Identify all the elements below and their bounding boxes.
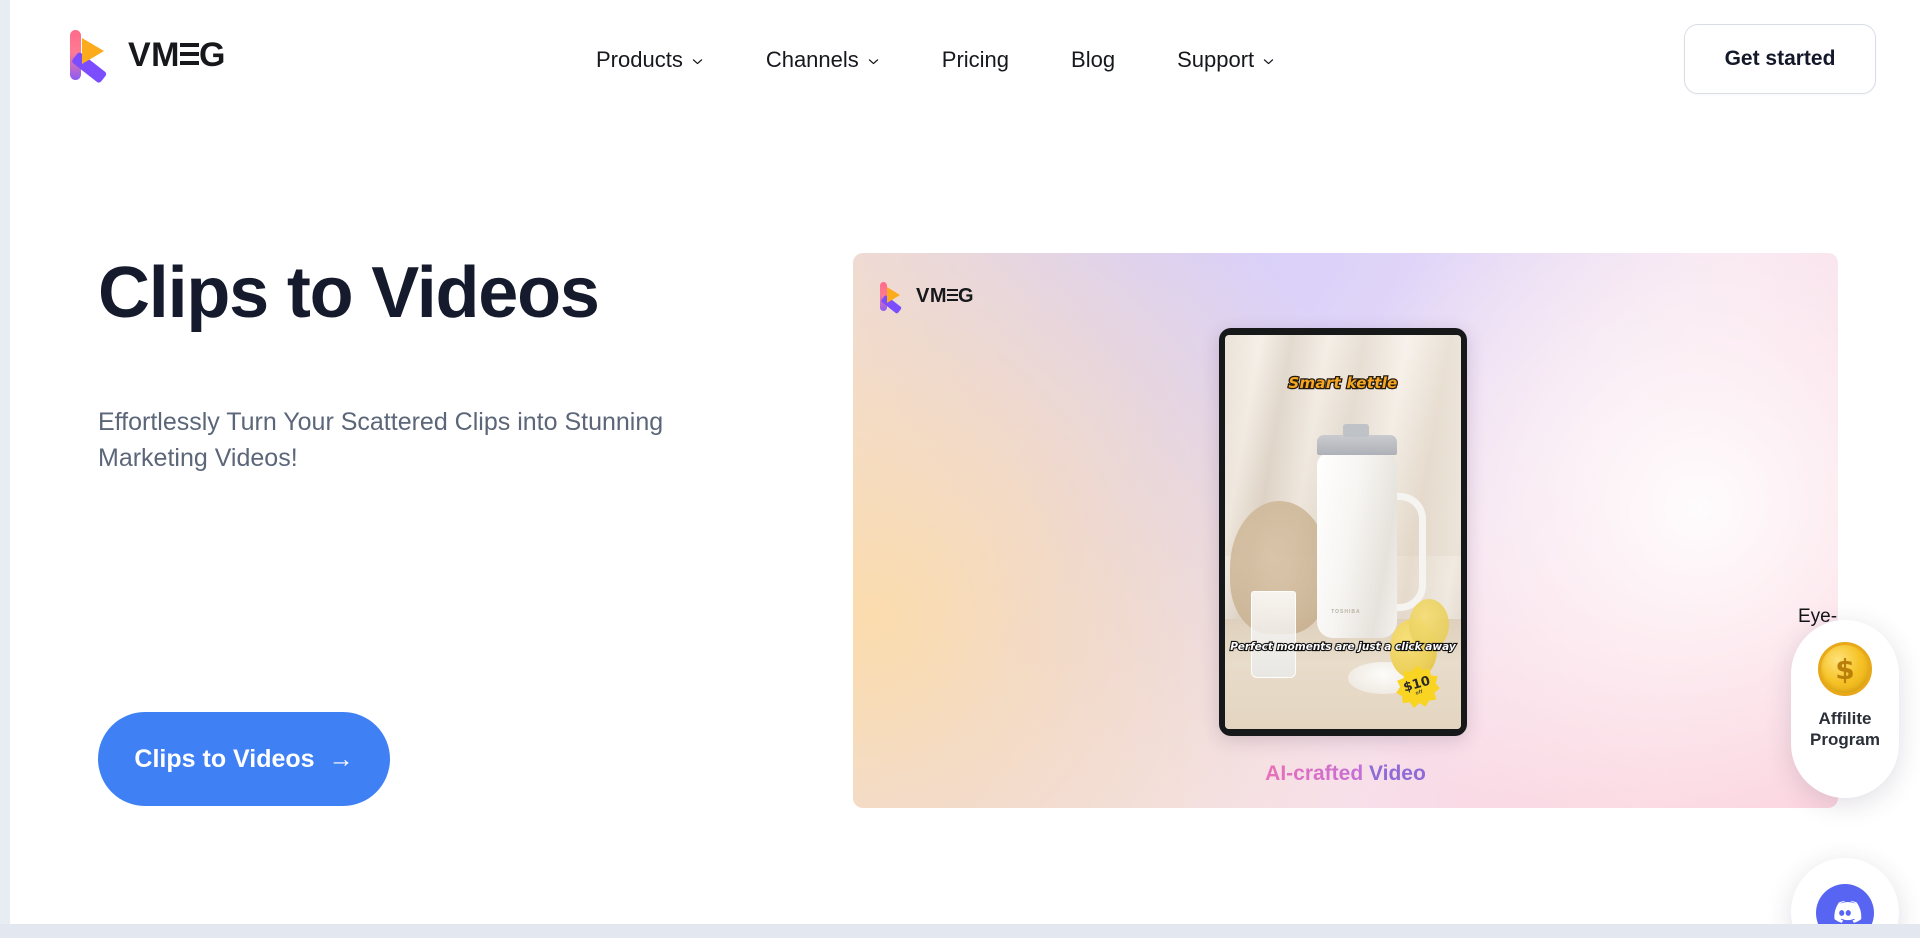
caption-video: Video bbox=[1363, 762, 1426, 785]
affiliate-label-line1: Affilite bbox=[1818, 709, 1872, 728]
clips-to-videos-button[interactable]: Clips to Videos → bbox=[98, 712, 390, 806]
panel-caption: AI-crafted Video bbox=[853, 762, 1838, 786]
nav-item-pricing[interactable]: Pricing bbox=[942, 47, 1009, 73]
nav-label-blog: Blog bbox=[1071, 47, 1116, 72]
vmeg-play-logo-icon bbox=[68, 26, 114, 84]
vmeg-play-logo-icon bbox=[879, 279, 907, 315]
video-overlay-title: Smart kettle bbox=[1287, 373, 1399, 394]
video-overlay-subtitle: Perfect moments are just a click away bbox=[1229, 640, 1457, 654]
nav-item-channels[interactable]: Channels bbox=[766, 47, 880, 73]
nav-label-products: Products bbox=[596, 47, 683, 72]
page-root: VM G Products Channels Pricing Blog Supp… bbox=[0, 0, 1920, 938]
nav-item-support[interactable]: Support bbox=[1177, 47, 1275, 73]
chevron-down-icon bbox=[1262, 55, 1275, 68]
caption-ai-crafted: AI-crafted bbox=[1265, 762, 1364, 785]
panel-brand-logo: VM G bbox=[879, 279, 975, 315]
nav-label-pricing: Pricing bbox=[941, 47, 1010, 72]
chevron-down-icon bbox=[867, 55, 880, 68]
hero-subtitle: Effortlessly Turn Your Scattered Clips i… bbox=[98, 408, 664, 472]
phone-mockup: TOSHIBA Smart kettle Perfect moments are… bbox=[1219, 328, 1467, 736]
affiliate-program-widget[interactable]: $ Affilite Program bbox=[1791, 620, 1899, 798]
chevron-down-icon bbox=[691, 55, 704, 68]
nav-item-products[interactable]: Products bbox=[596, 47, 704, 73]
kettle-knob bbox=[1343, 424, 1369, 438]
product-brand-label: TOSHIBA bbox=[1331, 608, 1361, 615]
get-started-button[interactable]: Get started bbox=[1684, 24, 1876, 94]
affiliate-label-line2: Program bbox=[1810, 729, 1880, 749]
site-header: VM G Products Channels Pricing Blog Supp… bbox=[10, 0, 1920, 120]
panel-brand-name: VM G bbox=[916, 284, 975, 307]
drinking-glass bbox=[1250, 591, 1296, 678]
affiliate-widget-label: Affilite Program bbox=[1810, 709, 1880, 750]
nav-label-channels: Channels bbox=[765, 47, 859, 72]
browser-left-edge bbox=[0, 0, 10, 938]
cta-label: Clips to Videos bbox=[134, 744, 315, 773]
brand-logo[interactable]: VM G bbox=[68, 26, 226, 84]
dollar-coin-icon: $ bbox=[1818, 642, 1872, 696]
browser-bottom-edge bbox=[0, 924, 1920, 938]
nav-label-support: Support bbox=[1177, 47, 1255, 72]
nav-item-blog[interactable]: Blog bbox=[1071, 47, 1115, 73]
page-title: Clips to Videos bbox=[98, 253, 600, 333]
phone-screen: TOSHIBA Smart kettle Perfect moments are… bbox=[1225, 335, 1461, 729]
kettle-lid bbox=[1317, 435, 1398, 456]
main-nav: Products Channels Pricing Blog Support bbox=[596, 0, 1275, 120]
arrow-right-icon: → bbox=[328, 744, 354, 773]
brand-name: VM G bbox=[128, 35, 226, 74]
